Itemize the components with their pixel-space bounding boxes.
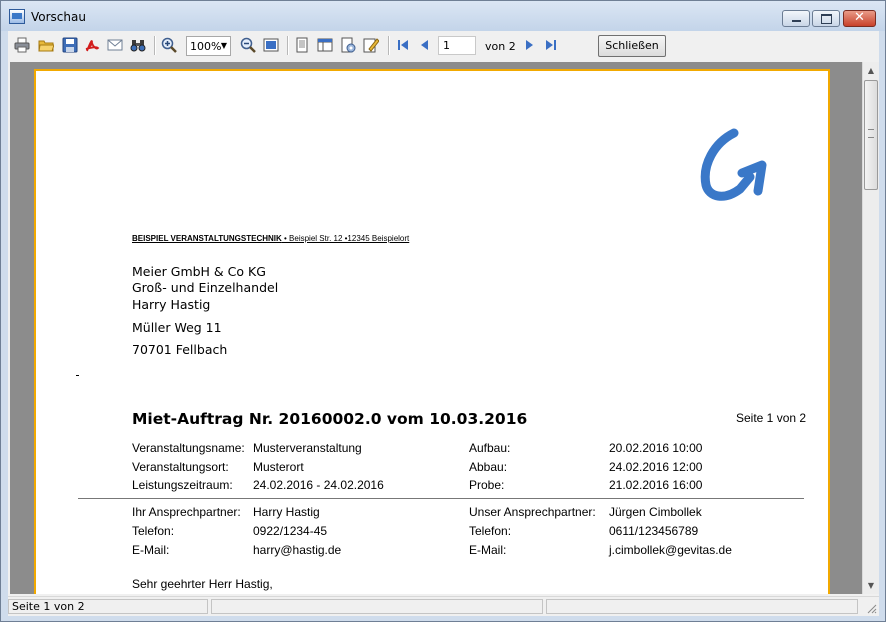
client-area: 100% ▼ 1 von 2 Schließen BEISPIEL VERANS… <box>8 31 879 616</box>
resize-grip-icon[interactable] <box>865 602 877 614</box>
page-count-label: von 2 <box>485 40 516 53</box>
close-window-button[interactable]: ✕ <box>843 10 876 27</box>
title-bar[interactable]: Vorschau ✕ <box>1 1 885 31</box>
recipient-line-1: Meier GmbH & Co KG <box>132 264 266 279</box>
sender-address: • Beispiel Str. 12 •12345 Beispielort <box>281 234 410 243</box>
vertical-scrollbar[interactable]: ▲ ▼ <box>862 62 879 594</box>
toolbar-separator <box>154 36 156 55</box>
save-icon[interactable] <box>62 37 78 53</box>
window-title: Vorschau <box>31 10 86 24</box>
print-icon[interactable] <box>14 37 30 53</box>
status-bar: Seite 1 von 2 <box>8 596 879 616</box>
recipient-street: Müller Weg 11 <box>132 320 222 335</box>
contact-value: harry@hastig.de <box>253 543 342 557</box>
contact-label: Unser Ansprechpartner: <box>469 505 596 519</box>
recipient-line-2: Groß- und Einzelhandel <box>132 280 279 295</box>
contact-value: 0611/123456789 <box>609 524 699 538</box>
detail-label: Abbau: <box>469 460 508 474</box>
detail-value: Musterort <box>253 460 304 474</box>
detail-value: 20.02.2016 10:00 <box>609 441 703 455</box>
single-page-icon[interactable] <box>294 37 310 53</box>
sender-line: BEISPIEL VERANSTALTUNGSTECHNIK • Beispie… <box>132 234 409 243</box>
divider <box>78 498 804 499</box>
page-number-value: 1 <box>443 39 450 52</box>
contact-value: 0922/1234-45 <box>253 524 328 538</box>
sender-company: BEISPIEL VERANSTALTUNGSTECHNIK <box>132 234 282 243</box>
pdf-icon[interactable] <box>84 37 100 53</box>
contact-label: E-Mail: <box>469 543 507 557</box>
contact-value: Harry Hastig <box>253 505 320 519</box>
two-page-icon[interactable] <box>317 37 333 53</box>
detail-value: Musterveranstaltung <box>253 441 362 455</box>
zoom-select[interactable]: 100% ▼ <box>186 36 231 56</box>
contact-label: Ihr Ansprechpartner: <box>132 505 241 519</box>
detail-label: Veranstaltungsname: <box>132 441 245 455</box>
contact-value: j.cimbollek@gevitas.de <box>609 543 732 557</box>
status-page: Seite 1 von 2 <box>8 599 208 614</box>
edit-icon[interactable] <box>363 37 379 53</box>
email-icon[interactable] <box>107 37 123 53</box>
close-icon: ✕ <box>854 10 865 25</box>
fold-mark <box>76 375 79 376</box>
detail-label: Probe: <box>469 478 505 492</box>
document-page: BEISPIEL VERANSTALTUNGSTECHNIK • Beispie… <box>34 69 830 594</box>
zoom-out-icon[interactable] <box>240 37 256 53</box>
open-folder-icon[interactable] <box>38 37 54 53</box>
scroll-up-icon[interactable]: ▲ <box>863 62 879 79</box>
detail-value: 21.02.2016 16:00 <box>609 478 703 492</box>
contact-value: Jürgen Cimbollek <box>609 505 702 519</box>
maximize-button[interactable] <box>812 10 840 27</box>
toolbar-separator <box>287 36 289 55</box>
greeting: Sehr geehrter Herr Hastig, <box>132 577 273 591</box>
page-info: Seite 1 von 2 <box>736 411 807 425</box>
company-logo <box>700 128 767 201</box>
detail-value: 24.02.2016 - 24.02.2016 <box>253 478 384 492</box>
contact-label: Telefon: <box>469 524 512 538</box>
zoom-in-icon[interactable] <box>161 37 177 53</box>
next-page-icon[interactable] <box>521 37 537 53</box>
minimize-button[interactable] <box>782 10 810 27</box>
contact-label: Telefon: <box>132 524 175 538</box>
page-setup-icon[interactable] <box>340 37 356 53</box>
recipient-city: 70701 Fellbach <box>132 342 228 357</box>
detail-value: 24.02.2016 12:00 <box>609 460 703 474</box>
scroll-thumb[interactable] <box>864 80 878 190</box>
contact-label: E-Mail: <box>132 543 170 557</box>
toolbar-separator <box>388 36 390 55</box>
detail-label: Aufbau: <box>469 441 511 455</box>
close-preview-button[interactable]: Schließen <box>598 35 666 57</box>
status-panel <box>546 599 858 614</box>
page-number-input[interactable]: 1 <box>438 36 476 55</box>
previous-page-icon[interactable] <box>417 37 433 53</box>
preview-viewport[interactable]: BEISPIEL VERANSTALTUNGSTECHNIK • Beispie… <box>10 62 862 594</box>
scroll-down-icon[interactable]: ▼ <box>863 577 879 594</box>
last-page-icon[interactable] <box>543 37 559 53</box>
detail-label: Veranstaltungsort: <box>132 460 229 474</box>
detail-label: Leistungszeitraum: <box>132 478 233 492</box>
find-icon[interactable] <box>130 37 146 53</box>
preview-window: Vorschau ✕ 100% ▼ 1 von 2 Schließen BEIS… <box>0 0 886 622</box>
fit-page-icon[interactable] <box>263 37 279 53</box>
app-icon <box>9 9 25 24</box>
recipient-line-3: Harry Hastig <box>132 297 211 312</box>
chevron-down-icon: ▼ <box>220 41 227 50</box>
document-title: Miet-Auftrag Nr. 20160002.0 vom 10.03.20… <box>132 410 528 428</box>
status-panel <box>211 599 543 614</box>
zoom-value: 100% <box>190 40 222 53</box>
first-page-icon[interactable] <box>395 37 411 53</box>
toolbar: 100% ▼ 1 von 2 Schließen <box>8 31 879 61</box>
